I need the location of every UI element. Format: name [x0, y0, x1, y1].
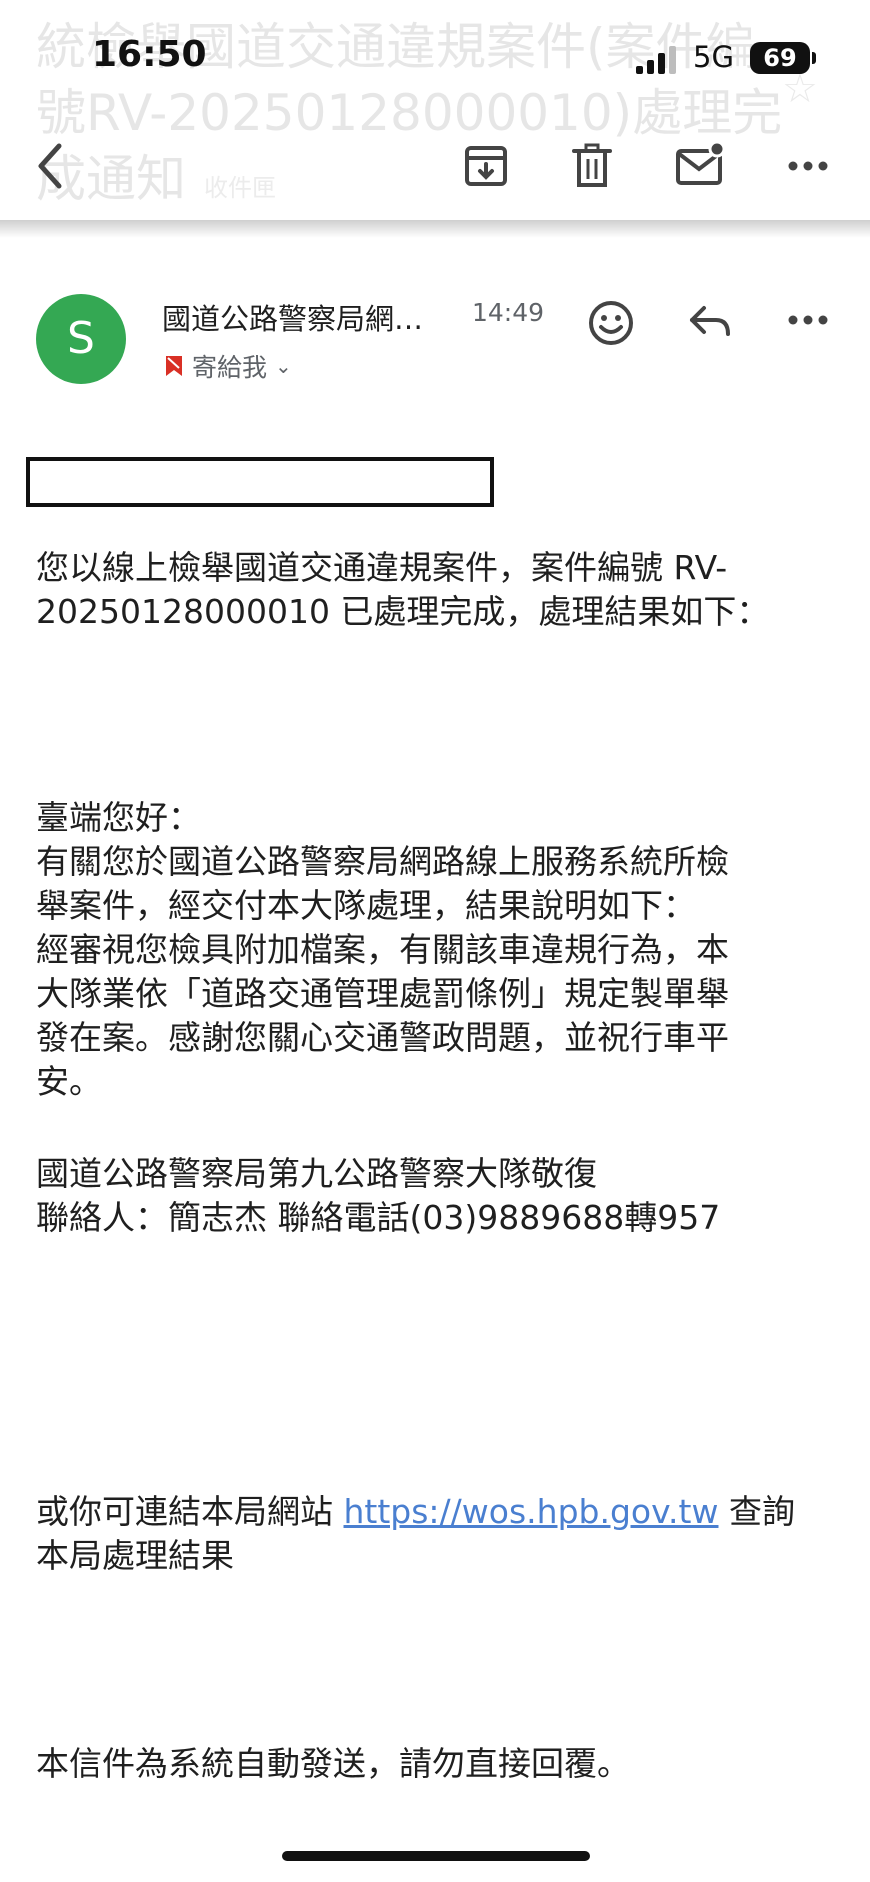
avatar[interactable]: S [36, 294, 126, 384]
footer-text: 本信件為系統自動發送，請勿直接回覆。 [36, 1744, 630, 1783]
important-tag-icon [166, 356, 182, 376]
sender-name[interactable]: 國道公路警察局網… [162, 296, 423, 338]
signature-line: 國道公路警察局第九公路警察大隊敬復 [36, 1154, 597, 1193]
signal-icon [636, 46, 676, 74]
network-type: 5G [693, 40, 734, 74]
trash-icon[interactable] [570, 142, 614, 190]
body-line: 經審視您檢具附加檔案，有關該車違規行為，本 [36, 930, 729, 969]
redacted-box [26, 457, 494, 507]
toolbar-divider [0, 220, 870, 238]
back-icon[interactable] [30, 138, 70, 194]
body-line: 發在案。感謝您關心交通警政問題，並祝行車平 [36, 1018, 729, 1057]
signature-line: 聯絡人：簡志杰 聯絡電話(03)9889688轉957 [36, 1198, 721, 1237]
result-paragraph: 臺端您好： 有關您於國道公路警察局網路線上服務系統所檢 舉案件，經交付本大隊處理… [36, 796, 836, 1104]
intro-line: 您以線上檢舉國道交通違規案件，案件編號 RV- [36, 548, 728, 587]
folder-label: 收件匣 [204, 174, 276, 202]
signature: 國道公路警察局第九公路警察大隊敬復 聯絡人：簡志杰 聯絡電話(03)988968… [36, 1152, 836, 1240]
avatar-letter: S [67, 313, 95, 364]
battery-tip [812, 52, 816, 64]
sent-time: 14:49 [472, 298, 545, 327]
link-prefix: 或你可連結本局網站 [36, 1492, 344, 1531]
body-line: 舉案件，經交付本大隊處理，結果說明如下： [36, 886, 696, 925]
link-paragraph: 或你可連結本局網站 https://wos.hpb.gov.tw 查詢 本局處理… [36, 1490, 836, 1578]
website-link[interactable]: https://wos.hpb.gov.tw [344, 1492, 719, 1531]
more-icon[interactable] [786, 150, 830, 182]
battery-level: 69 [763, 44, 797, 72]
body-line: 臺端您好： [36, 798, 201, 837]
mark-unread-icon[interactable] [674, 138, 726, 190]
link-suffix: 查詢 [718, 1492, 795, 1531]
message-more-icon[interactable] [786, 306, 830, 334]
emoji-react-icon[interactable] [586, 298, 636, 348]
battery-icon: 69 [750, 42, 810, 74]
recipient-label: 寄給我 [192, 353, 268, 382]
home-indicator[interactable] [282, 1851, 590, 1861]
body-line: 安。 [36, 1062, 102, 1101]
intro-line: 20250128000010 已處理完成，處理結果如下： [36, 592, 770, 631]
status-time: 16:50 [92, 34, 207, 75]
intro-paragraph: 您以線上檢舉國道交通違規案件，案件編號 RV- 20250128000010 已… [36, 546, 836, 634]
link-line2: 本局處理結果 [36, 1536, 234, 1575]
chevron-down-icon[interactable]: ⌄ [275, 354, 292, 378]
reply-icon[interactable] [686, 302, 734, 342]
body-line: 大隊業依「道路交通管理處罰條例」規定製單舉 [36, 974, 729, 1013]
body-line: 有關您於國道公路警察局網路線上服務系統所檢 [36, 842, 729, 881]
archive-icon[interactable] [462, 142, 510, 190]
auto-footer: 本信件為系統自動發送，請勿直接回覆。 [36, 1742, 836, 1786]
recipient-row[interactable]: 寄給我 ⌄ [164, 348, 292, 384]
